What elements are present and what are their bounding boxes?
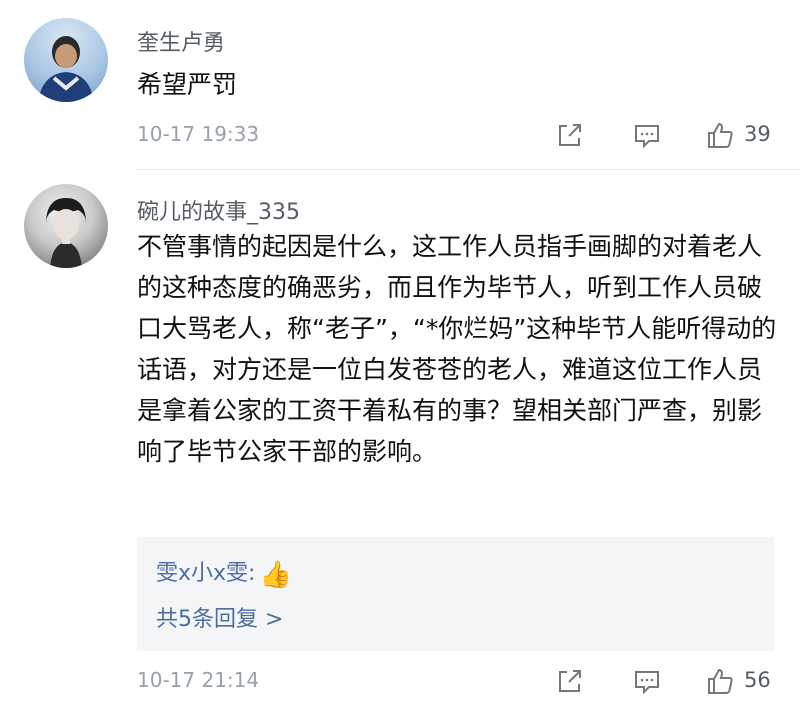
reply-author[interactable]: 雯x小x雯: <box>156 561 255 586</box>
comment-text: 不管事情的起因是什么，这工作人员指手画脚的对着老人的这种态度的确恶劣，而且作为毕… <box>137 232 777 466</box>
like-count: 56 <box>744 668 771 692</box>
thumbs-up-emoji: 👍 <box>259 560 292 590</box>
comment-actions: 10-17 19:33 39 <box>137 118 776 152</box>
avatar-man-icon[interactable] <box>24 18 108 102</box>
comment-icon[interactable] <box>630 664 664 698</box>
share-icon[interactable] <box>553 118 587 152</box>
view-more-replies-link[interactable]: 共5条回复 > <box>156 601 283 633</box>
comment-actions: 10-17 21:14 56 <box>137 664 776 698</box>
comment-icon[interactable] <box>630 118 664 152</box>
reply-item[interactable]: 雯x小x雯: 👍 <box>156 555 292 590</box>
comment-timestamp: 10-17 19:33 <box>137 122 260 146</box>
thumbs-up-icon[interactable] <box>703 118 737 152</box>
comment-username[interactable]: 奎生卢勇 <box>137 25 225 57</box>
avatar-woman-icon[interactable] <box>24 184 108 268</box>
share-icon[interactable] <box>553 664 587 698</box>
thumbs-up-icon[interactable] <box>703 664 737 698</box>
comment-item: 碗儿的故事_335 不管事情的起因是什么，这工作人员指手画脚的对着老人的这种态度… <box>0 170 800 722</box>
reply-preview[interactable]: 雯x小x雯: 👍 共5条回复 > <box>137 537 774 651</box>
like-count: 39 <box>744 122 771 146</box>
comment-username[interactable]: 碗儿的故事_335 <box>137 194 300 226</box>
comment-item: 奎生卢勇 希望严罚 10-17 19:33 39 <box>0 0 800 170</box>
comment-text: 希望严罚 <box>137 70 238 99</box>
comment-timestamp: 10-17 21:14 <box>137 668 260 692</box>
